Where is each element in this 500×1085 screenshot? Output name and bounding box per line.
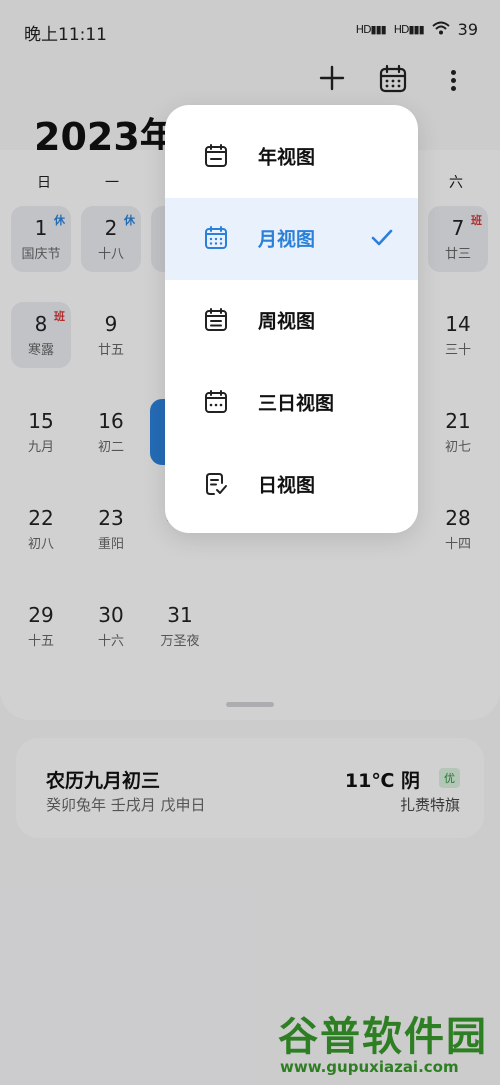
site-watermark: 谷普软件园 www.gupuxiazai.com (272, 1002, 497, 1080)
menu-label: 三日视图 (258, 392, 335, 415)
three-day-view-icon (205, 390, 227, 413)
view-menu: 年视图 月视图 周视图 三日视图 日视图 (165, 105, 418, 533)
week-view-icon (205, 308, 227, 331)
watermark-url: www.gupuxiazai.com (280, 1058, 459, 1076)
menu-label: 周视图 (258, 310, 316, 333)
month-view-icon (205, 226, 227, 249)
menu-item-week-view[interactable]: 周视图 (165, 280, 418, 362)
menu-label: 月视图 (258, 228, 316, 251)
menu-label: 年视图 (258, 146, 316, 169)
year-view-icon (205, 144, 227, 167)
watermark-title: 谷普软件园 (278, 1014, 488, 1060)
day-view-icon (206, 473, 227, 495)
menu-item-three-day-view[interactable]: 三日视图 (165, 362, 418, 444)
menu-item-month-view[interactable]: 月视图 (165, 198, 418, 280)
menu-item-day-view[interactable]: 日视图 (165, 444, 418, 526)
menu-item-year-view[interactable]: 年视图 (165, 116, 418, 198)
menu-label: 日视图 (258, 474, 316, 497)
checkmark-icon (371, 229, 393, 246)
